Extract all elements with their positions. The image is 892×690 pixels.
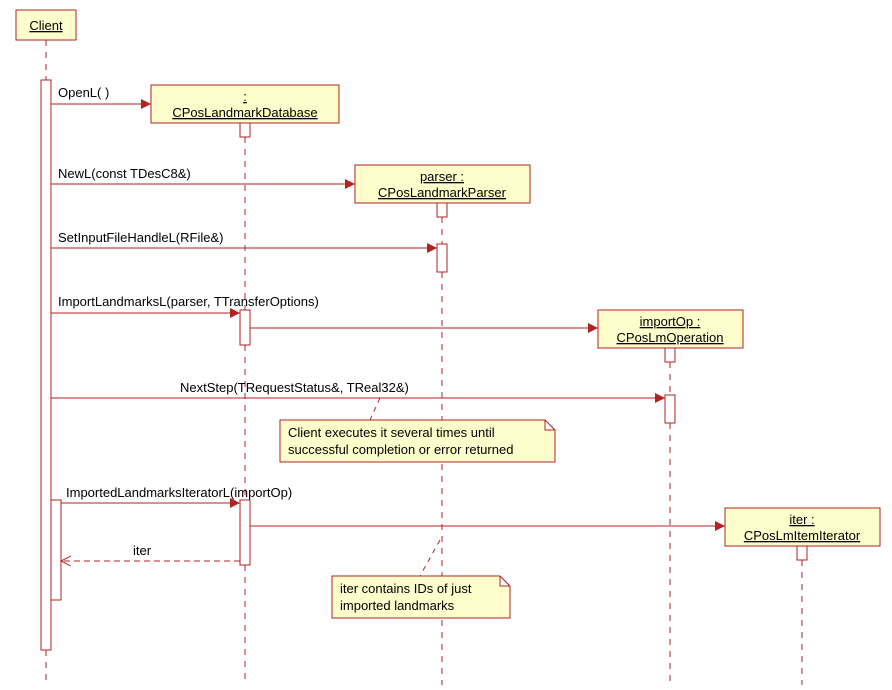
activation-db-import — [240, 310, 250, 345]
note-nextstep-line2: successful completion or error returned — [288, 442, 513, 457]
message-setinput-label: SetInputFileHandleL(RFile&) — [58, 230, 223, 245]
note-iter-line2: imported landmarks — [340, 598, 455, 613]
participant-iter-label1: iter : — [789, 512, 814, 527]
message-setinput: SetInputFileHandleL(RFile&) — [51, 230, 437, 248]
message-openl-label: OpenL( ) — [58, 85, 109, 100]
participant-client: Client — [16, 10, 76, 685]
participant-importop: importOp : CPosLmOperation — [598, 310, 743, 685]
activation-client — [41, 80, 51, 650]
sequence-diagram: Client : CPosLandmarkDatabase parser : C… — [0, 0, 892, 690]
participant-iter: iter : CPosLmItemIterator — [725, 508, 880, 685]
participant-importop-label1: importOp : — [640, 314, 701, 329]
message-importlm-label: ImportLandmarksL(parser, TTransferOption… — [58, 294, 319, 309]
message-newl: NewL(const TDesC8&) — [51, 166, 355, 184]
participant-db-label2: CPosLandmarkDatabase — [172, 105, 317, 120]
message-nextstep-label: NextStep(TRequestStatus&, TReal32&) — [180, 380, 409, 395]
message-iter-return-label: iter — [133, 543, 152, 558]
message-newl-label: NewL(const TDesC8&) — [58, 166, 191, 181]
note-nextstep-line1: Client executes it several times until — [288, 425, 495, 440]
note-iter-line1: iter contains IDs of just — [340, 581, 472, 596]
message-importlm: ImportLandmarksL(parser, TTransferOption… — [51, 294, 598, 328]
participant-parser-label2: CPosLandmarkParser — [378, 185, 507, 200]
activation-db-iter — [240, 500, 250, 565]
participant-parser-label1: parser : — [420, 169, 464, 184]
message-imported-iter-label: ImportedLandmarksIteratorL(importOp) — [66, 485, 292, 500]
participant-iter-label2: CPosLmItemIterator — [744, 528, 861, 543]
note-iter: iter contains IDs of just imported landm… — [332, 540, 510, 618]
message-openl: OpenL( ) — [51, 85, 151, 104]
message-nextstep: NextStep(TRequestStatus&, TReal32&) — [51, 380, 665, 398]
message-iter-return: iter — [61, 543, 240, 561]
activation-importop-nextstep — [665, 395, 675, 423]
note-nextstep: Client executes it several times until s… — [280, 398, 555, 462]
activation-parser-setinput — [437, 244, 447, 272]
participant-client-label: Client — [29, 18, 63, 33]
participant-db-label1: : — [243, 89, 247, 104]
participant-importop-label2: CPosLmOperation — [617, 330, 724, 345]
